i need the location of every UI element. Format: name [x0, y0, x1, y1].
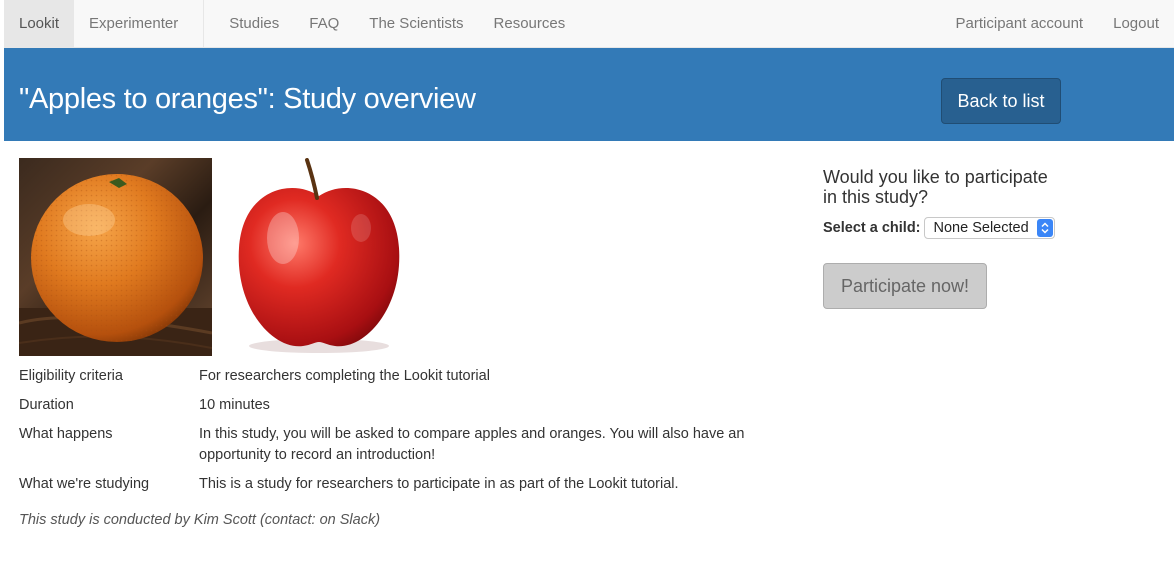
child-select-value: None Selected [933, 220, 1029, 236]
nav-item-resources[interactable]: Resources [479, 0, 581, 47]
page-header: "Apples to oranges": Study overview Back… [4, 48, 1174, 141]
nav-logout[interactable]: Logout [1098, 0, 1174, 47]
orange-illustration [19, 174, 212, 356]
page-title: "Apples to oranges": Study overview [19, 83, 476, 115]
apple-image [233, 158, 404, 356]
orange-image [19, 158, 212, 356]
detail-label: What happens [19, 426, 113, 442]
detail-value: In this study, you will be asked to comp… [199, 426, 745, 463]
detail-value: 10 minutes [199, 397, 270, 413]
top-navbar: Lookit Experimenter Studies FAQ The Scie… [4, 0, 1174, 48]
nav-item-faq[interactable]: FAQ [294, 0, 354, 47]
detail-value: For researchers completing the Lookit tu… [199, 368, 490, 384]
select-child-label: Select a child: [823, 220, 921, 236]
conducted-by-text: This study is conducted by Kim Scott (co… [19, 512, 381, 528]
nav-item-studies[interactable]: Studies [214, 0, 294, 47]
detail-row-eligibility: Eligibility criteria For researchers com… [19, 366, 779, 387]
detail-label: Duration [19, 397, 74, 413]
study-details: Eligibility criteria For researchers com… [19, 366, 779, 503]
detail-label: Eligibility criteria [19, 368, 123, 384]
nav-divider [203, 0, 205, 47]
nav-participant-account[interactable]: Participant account [941, 0, 1099, 47]
select-updown-icon [1036, 219, 1053, 237]
detail-row-duration: Duration 10 minutes [19, 395, 779, 416]
nav-brand-lookit[interactable]: Lookit [4, 0, 75, 47]
participate-now-button[interactable]: Participate now! [823, 263, 987, 309]
detail-value: This is a study for researchers to parti… [199, 476, 679, 492]
apple-illustration [238, 158, 400, 353]
nav-item-scientists[interactable]: The Scientists [354, 0, 478, 47]
nav-experimenter[interactable]: Experimenter [74, 0, 193, 47]
detail-row-what-happens: What happens In this study, you will be … [19, 424, 779, 466]
participate-question: Would you like to participate in this st… [823, 167, 1048, 207]
detail-row-what-studying: What we're studying This is a study for … [19, 474, 779, 495]
child-select[interactable]: None Selected [923, 217, 1055, 239]
back-to-list-button[interactable]: Back to list [941, 78, 1061, 124]
child-select-row: Select a child: None Selected [823, 217, 1055, 239]
detail-label: What we're studying [19, 476, 150, 492]
